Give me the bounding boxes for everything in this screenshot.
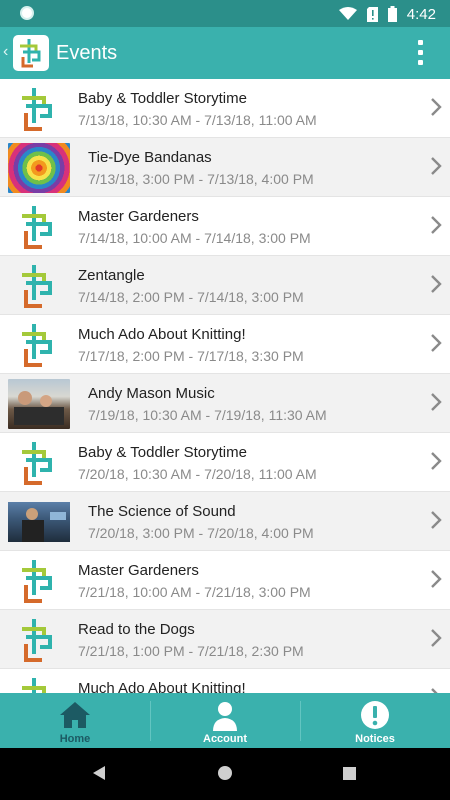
event-photo [8,379,70,429]
event-title: Zentangle [78,267,145,284]
battery-icon [387,6,397,22]
event-title: Much Ado About Knitting! [78,326,246,343]
tab-home[interactable]: Home [0,693,150,748]
wifi-icon [338,7,357,20]
event-date: 7/13/18, 10:30 AM - 7/13/18, 11:00 AM [78,112,317,128]
library-logo-icon [8,261,70,311]
event-title: Tie-Dye Bandanas [88,149,212,166]
chevron-right-icon [430,97,442,121]
nav-back-icon[interactable] [93,766,105,780]
system-nav-bar [0,748,450,800]
back-chevron-icon[interactable]: ‹ [3,44,8,60]
event-date: 7/14/18, 10:00 AM - 7/14/18, 3:00 PM [78,230,311,246]
tab-notices-label: Notices [355,733,395,745]
event-title: Master Gardeners [78,562,199,579]
event-date: 7/21/18, 10:00 AM - 7/21/18, 3:00 PM [78,584,311,600]
bottom-tab-bar: Home Account Notices [0,693,450,748]
alert-icon [361,701,389,729]
event-row[interactable]: Master Gardeners 7/21/18, 10:00 AM - 7/21… [0,551,450,610]
event-row[interactable]: Master Gardeners 7/14/18, 10:00 AM - 7/14… [0,197,450,256]
home-icon [60,702,90,728]
event-row[interactable]: The Science of Sound 7/20/18, 3:00 PM - 7… [0,492,450,551]
chevron-right-icon [430,628,442,652]
tab-notices[interactable]: Notices [300,693,450,748]
event-row[interactable]: Zentangle 7/14/18, 2:00 PM - 7/14/18, 3:0… [0,256,450,315]
event-title: Much Ado About Knitting! [78,680,246,693]
event-photo [8,497,70,547]
tab-home-label: Home [59,733,91,745]
event-photo [8,143,70,193]
event-date: 7/17/18, 2:00 PM - 7/17/18, 3:30 PM [78,348,304,364]
event-date: 7/21/18, 1:00 PM - 7/21/18, 2:30 PM [78,643,304,659]
library-logo-icon [8,320,70,370]
event-title: Baby & Toddler Storytime [78,90,247,107]
library-logo-icon [8,202,70,252]
tab-account[interactable]: Account [150,693,300,748]
no-sim-icon [366,6,378,22]
event-date: 7/19/18, 10:30 AM - 7/19/18, 11:30 AM [88,407,327,423]
chevron-right-icon [430,215,442,239]
event-date: 7/20/18, 3:00 PM - 7/20/18, 4:00 PM [88,525,314,541]
chevron-right-icon [430,510,442,534]
library-logo-icon [8,556,70,606]
nav-home-icon[interactable] [218,766,232,780]
event-row[interactable]: Read to the Dogs 7/21/18, 1:00 PM - 7/21/… [0,610,450,669]
library-logo-icon [8,674,70,693]
event-row[interactable]: Much Ado About Knitting! [0,669,450,693]
tab-account-label: Account [203,733,247,745]
event-date: 7/20/18, 10:30 AM - 7/20/18, 11:00 AM [78,466,317,482]
event-title: Baby & Toddler Storytime [78,444,247,461]
event-title: Master Gardeners [78,208,199,225]
status-bar: 4:42 [0,0,450,27]
library-logo-icon [8,438,70,488]
chevron-right-icon [430,392,442,416]
event-title: The Science of Sound [88,503,236,520]
app-logo[interactable] [13,35,49,71]
person-icon [213,702,237,731]
event-title: Read to the Dogs [78,621,195,638]
chevron-right-icon [430,156,442,180]
clock: 4:42 [406,5,436,23]
events-list[interactable]: Baby & Toddler Storytime 7/13/18, 10:30 A… [0,79,450,693]
nav-recents-icon[interactable] [343,767,356,780]
chevron-right-icon [430,569,442,593]
event-row[interactable]: Andy Mason Music 7/19/18, 10:30 AM - 7/19… [0,374,450,433]
event-title: Andy Mason Music [88,385,215,402]
chevron-right-icon [430,333,442,357]
event-date: 7/14/18, 2:00 PM - 7/14/18, 3:00 PM [78,289,304,305]
event-date: 7/13/18, 3:00 PM - 7/13/18, 4:00 PM [88,171,314,187]
page-title: Events [56,42,118,64]
library-logo-icon [8,615,70,665]
app-bar: ‹ Events [0,27,450,79]
notification-icon [20,6,34,20]
event-row[interactable]: Baby & Toddler Storytime 7/13/18, 10:30 A… [0,79,450,138]
library-logo-icon [8,84,70,134]
chevron-right-icon [430,274,442,298]
event-row[interactable]: Baby & Toddler Storytime 7/20/18, 10:30 A… [0,433,450,492]
event-row[interactable]: Much Ado About Knitting! 7/17/18, 2:00 PM… [0,315,450,374]
more-vert-icon[interactable] [410,40,430,66]
chevron-right-icon [430,451,442,475]
event-row[interactable]: Tie-Dye Bandanas 7/13/18, 3:00 PM - 7/13/… [0,138,450,197]
